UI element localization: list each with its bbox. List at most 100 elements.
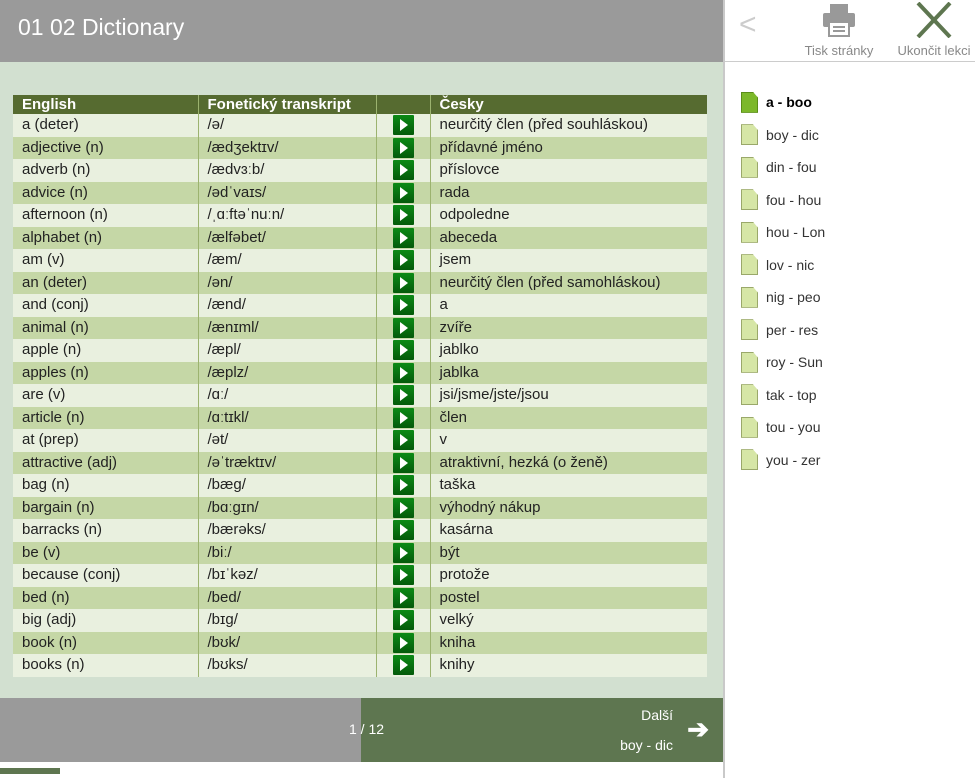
english-word: at (prep) <box>13 429 198 452</box>
sidebar-item[interactable]: hou - Lon <box>741 216 825 249</box>
play-icon[interactable] <box>392 115 414 136</box>
sidebar-item[interactable]: a - boo <box>741 86 825 119</box>
chevron-left-icon[interactable]: < <box>739 8 757 42</box>
play-icon[interactable] <box>392 340 414 361</box>
sidebar-item-label: lov - nic <box>766 256 815 273</box>
play-icon[interactable] <box>392 137 414 158</box>
sidebar-item[interactable]: din - fou <box>741 151 825 184</box>
czech-translation: odpoledne <box>429 204 707 227</box>
phonetic: /biː/ <box>197 541 376 564</box>
play-icon[interactable] <box>392 565 414 586</box>
play-icon[interactable] <box>392 655 414 676</box>
play-icon[interactable] <box>392 317 414 338</box>
end-lesson-label: Ukončit lekci <box>897 43 971 58</box>
czech-translation: a <box>429 294 707 317</box>
english-word: adverb (n) <box>13 159 198 182</box>
toolbar: < Tisk stránky Ukončit lekci <box>725 0 975 62</box>
sidebar-item[interactable]: nig - peo <box>741 281 825 314</box>
play-icon[interactable] <box>392 272 414 293</box>
print-label: Tisk stránky <box>804 43 874 58</box>
phonetic: /bærəks/ <box>197 519 376 542</box>
play-icon[interactable] <box>392 610 414 631</box>
sidebar-item[interactable]: roy - Sun <box>741 346 825 379</box>
czech-translation: výhodný nákup <box>429 496 707 519</box>
next-button[interactable]: Další boy - dic ➔ <box>361 698 723 762</box>
table-row: article (n)/ɑːtɪkl/člen <box>13 406 707 429</box>
sidebar: < Tisk stránky Ukončit lekci a - boo boy … <box>723 0 975 778</box>
document-icon <box>741 254 758 276</box>
phonetic: /ædʒektɪv/ <box>197 136 376 159</box>
play-icon[interactable] <box>392 407 414 428</box>
sidebar-item[interactable]: you - zer <box>741 444 825 477</box>
sidebar-item[interactable]: tak - top <box>741 379 825 412</box>
sidebar-item-label: tou - you <box>766 419 821 436</box>
end-lesson-button[interactable]: Ukončit lekci <box>891 1 975 58</box>
sidebar-item[interactable]: boy - dic <box>741 119 825 152</box>
english-word: animal (n) <box>13 316 198 339</box>
next-label: Další <box>641 707 673 723</box>
play-icon[interactable] <box>392 475 414 496</box>
czech-translation: knihy <box>429 654 707 677</box>
print-button[interactable]: Tisk stránky <box>801 2 877 58</box>
sidebar-item[interactable]: tou - you <box>741 411 825 444</box>
czech-translation: v <box>429 429 707 452</box>
czech-translation: kniha <box>429 631 707 654</box>
czech-translation: jsem <box>429 249 707 272</box>
english-word: alphabet (n) <box>13 226 198 249</box>
play-icon[interactable] <box>392 430 414 451</box>
play-icon[interactable] <box>392 205 414 226</box>
table-row: advice (n)/ədˈvaɪs/rada <box>13 181 707 204</box>
english-word: an (deter) <box>13 271 198 294</box>
dictionary-table: English Fonetický transkript Česky a (de… <box>13 95 707 677</box>
english-word: adjective (n) <box>13 136 198 159</box>
play-icon[interactable] <box>392 160 414 181</box>
content-area: English Fonetický transkript Česky a (de… <box>0 62 723 698</box>
czech-translation: abeceda <box>429 226 707 249</box>
phonetic: /ædvɜːb/ <box>197 159 376 182</box>
phonetic: /bæg/ <box>197 474 376 497</box>
sidebar-item[interactable]: fou - hou <box>741 184 825 217</box>
english-word: bag (n) <box>13 474 198 497</box>
czech-translation: taška <box>429 474 707 497</box>
sidebar-item-label: you - zer <box>766 451 821 468</box>
phonetic: /əˈtræktɪv/ <box>197 451 376 474</box>
table-row: apples (n)/æplz/jablka <box>13 361 707 384</box>
play-icon[interactable] <box>392 497 414 518</box>
printer-icon <box>823 4 855 37</box>
phonetic: /bɑːgɪn/ <box>197 496 376 519</box>
sidebar-item[interactable]: per - res <box>741 314 825 347</box>
phonetic: /ət/ <box>197 429 376 452</box>
czech-translation: postel <box>429 586 707 609</box>
play-icon[interactable] <box>392 452 414 473</box>
play-icon[interactable] <box>392 587 414 608</box>
czech-translation: zvíře <box>429 316 707 339</box>
english-word: advice (n) <box>13 181 198 204</box>
english-word: bed (n) <box>13 586 198 609</box>
phonetic: /ænɪml/ <box>197 316 376 339</box>
document-icon <box>741 286 758 308</box>
play-icon[interactable] <box>392 362 414 383</box>
czech-translation: jsi/jsme/jste/jsou <box>429 384 707 407</box>
sidebar-item-label: tak - top <box>766 386 817 403</box>
table-row: be (v)/biː/být <box>13 541 707 564</box>
table-row: afternoon (n)/ˌɑːftəˈnuːn/odpoledne <box>13 204 707 227</box>
play-icon[interactable] <box>392 632 414 653</box>
play-icon[interactable] <box>392 295 414 316</box>
sidebar-item-label: din - fou <box>766 159 817 176</box>
sidebar-item-label: a - boo <box>766 94 812 111</box>
czech-translation: přídavné jméno <box>429 136 707 159</box>
english-word: apple (n) <box>13 339 198 362</box>
play-icon[interactable] <box>392 385 414 406</box>
play-icon[interactable] <box>392 542 414 563</box>
play-icon[interactable] <box>392 520 414 541</box>
table-row: alphabet (n)/ælfəbet/abeceda <box>13 226 707 249</box>
table-row: adjective (n)/ædʒektɪv/přídavné jméno <box>13 136 707 159</box>
play-icon[interactable] <box>392 250 414 271</box>
play-icon[interactable] <box>392 182 414 203</box>
sidebar-item[interactable]: lov - nic <box>741 249 825 282</box>
play-icon[interactable] <box>392 227 414 248</box>
phonetic: /ə/ <box>197 114 376 137</box>
sidebar-item-label: fou - hou <box>766 191 822 208</box>
document-icon <box>741 449 758 471</box>
phonetic: /ˌɑːftəˈnuːn/ <box>197 204 376 227</box>
